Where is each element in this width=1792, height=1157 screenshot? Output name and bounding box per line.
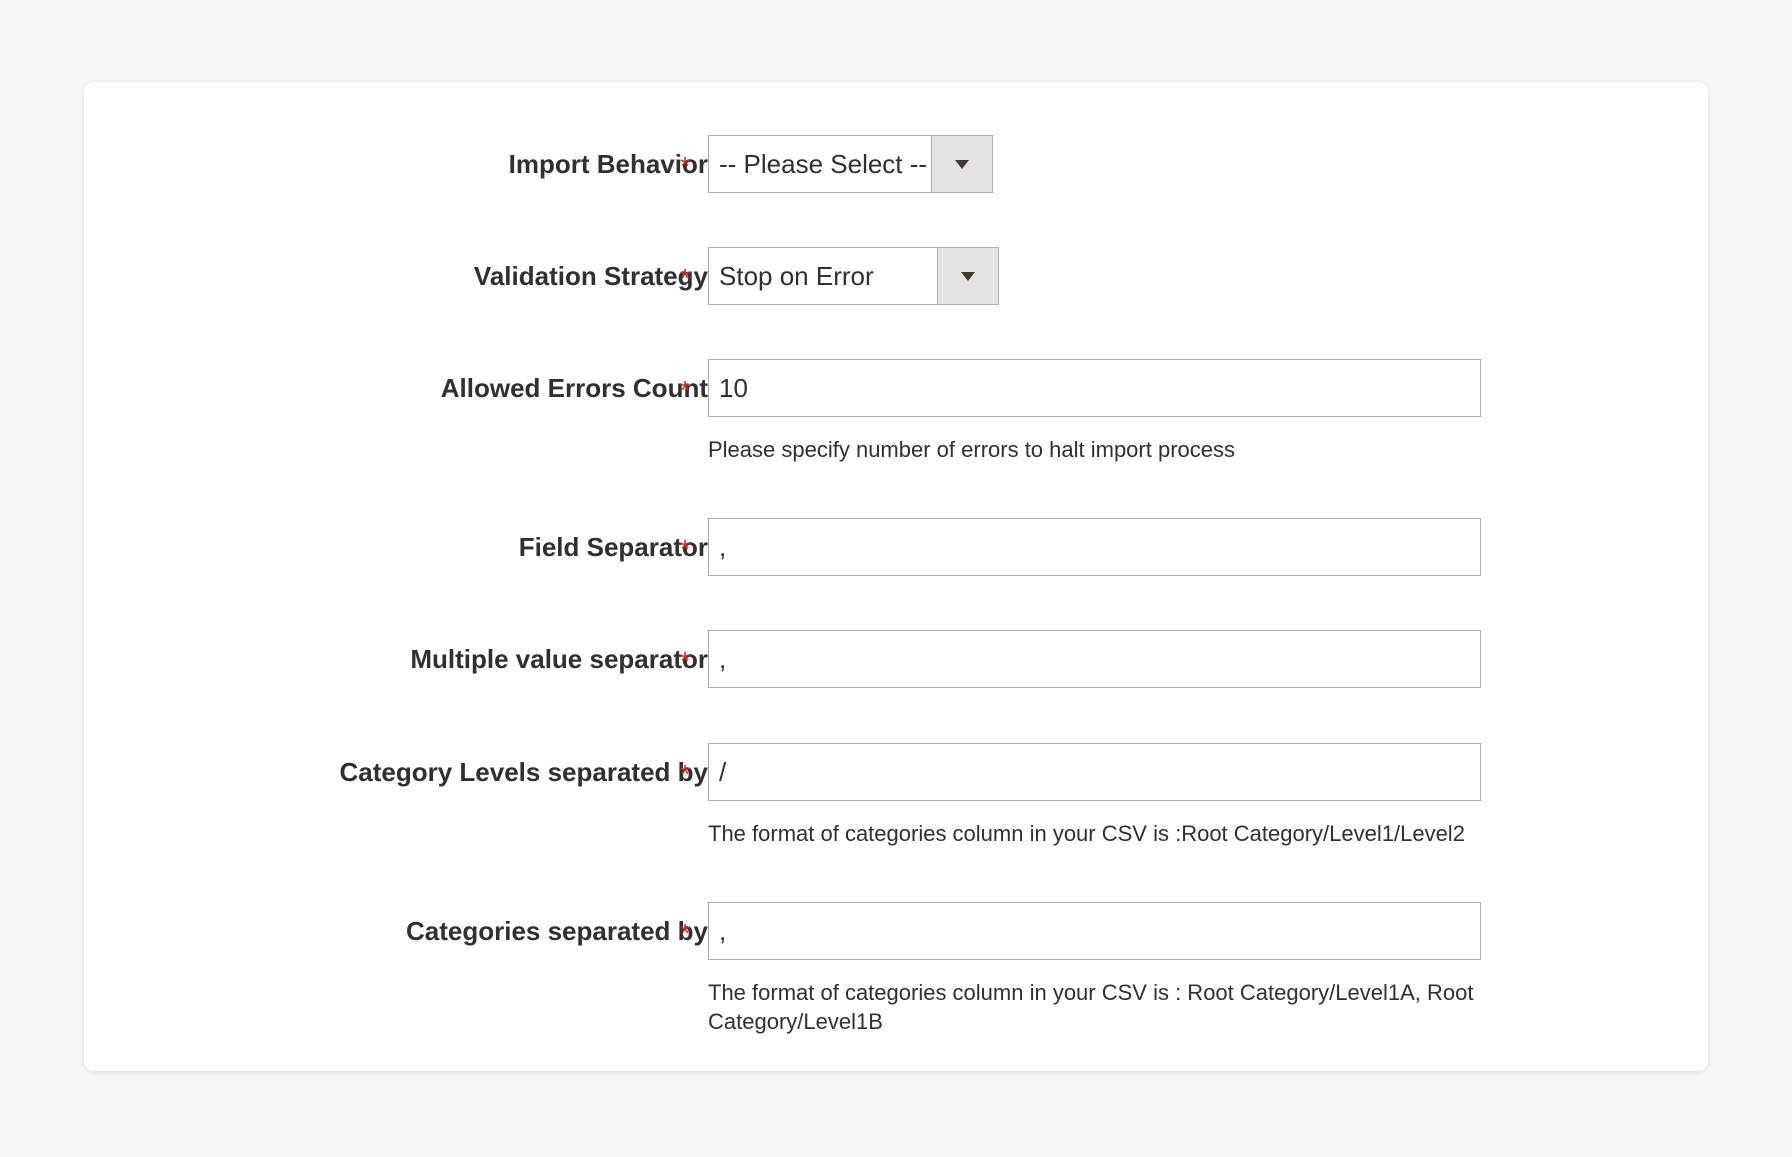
categories-separator-label: Categories separated by [405,916,708,946]
allowed-errors-count-note: Please specify number of errors to halt … [708,437,1236,462]
required-mark: * [679,534,691,564]
required-mark: * [679,151,691,181]
validation-strategy-select[interactable]: Stop on Error [708,247,999,305]
category-levels-separator-input[interactable]: / [708,743,1481,801]
validation-strategy-selected-value: Stop on Error [719,261,874,291]
categories-separator-note: The format of categories column in your … [708,980,1474,1034]
required-mark: * [679,646,691,676]
required-mark: * [679,918,691,948]
chevron-down-icon [955,159,969,169]
import-behavior-selected-value: -- Please Select -- [719,149,928,179]
category-levels-separator-label: Category Levels separated by [339,757,709,787]
allowed-errors-count-input[interactable]: 10 [708,359,1481,417]
import-behavior-dropdown-button[interactable] [931,136,992,192]
chevron-down-icon [961,271,975,281]
import-behavior-select[interactable]: -- Please Select -- [708,135,993,193]
required-mark: * [679,263,691,293]
required-mark: * [679,759,691,789]
multiple-value-separator-label: Multiple value separator [410,644,708,674]
categories-separator-input[interactable]: , [708,902,1481,960]
allowed-errors-count-label: Allowed Errors Count [440,373,708,403]
import-settings-card: Import Behavior * -- Please Select -- Va… [84,82,1708,1071]
multiple-value-separator-input[interactable]: , [708,630,1481,688]
validation-strategy-dropdown-button[interactable] [937,248,998,304]
category-levels-separator-note: The format of categories column in your … [708,821,1465,846]
required-mark: * [679,375,691,405]
field-separator-input[interactable]: , [708,518,1481,576]
